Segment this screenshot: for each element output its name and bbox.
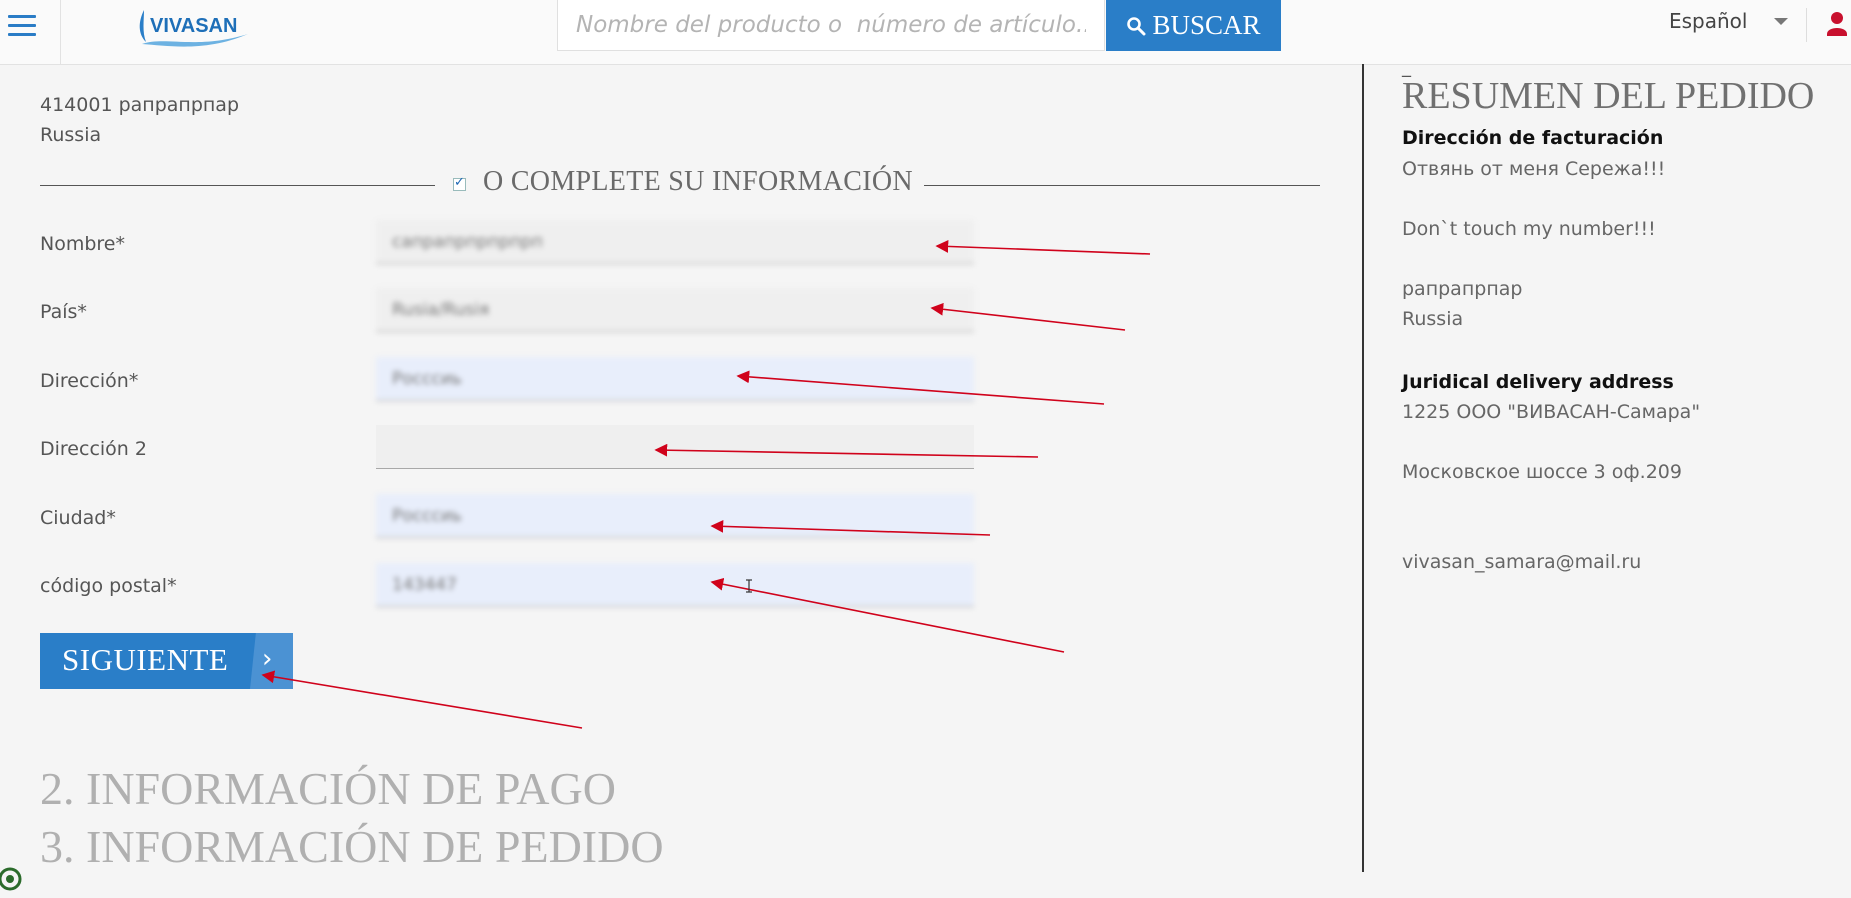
hamburger-menu-icon[interactable] (0, 0, 61, 64)
annotation-arrow-next-button (261, 670, 583, 729)
search-input[interactable] (557, 0, 1105, 51)
delivery-line-2: Московское шоссе 3 оф.209 (1402, 461, 1682, 483)
billing-address-heading: Dirección de facturación (1402, 127, 1664, 149)
address-2-label: Dirección 2 (40, 438, 147, 460)
checkbox-icon[interactable] (453, 174, 466, 191)
address-2-input[interactable] (376, 425, 974, 469)
language-selector[interactable]: Español (1669, 9, 1747, 33)
vivasan-logo[interactable]: VIVASAN (136, 6, 251, 50)
name-input[interactable] (376, 220, 974, 264)
delivery-email: vivasan_samara@mail.ru (1402, 551, 1642, 573)
dropdown-caret-icon[interactable] (1774, 18, 1788, 25)
postal-code-input[interactable] (376, 563, 974, 607)
address-label: Dirección* (40, 370, 139, 392)
column-divider (1362, 64, 1364, 872)
billing-line-2: Don`t touch my number!!! (1402, 218, 1656, 240)
section-divider-right (924, 185, 1320, 186)
section-title: O COMPLETE SU INFORMACIÓN (483, 166, 913, 197)
address-line-2: Russia (40, 124, 102, 146)
top-header: VIVASAN BUSCAR Español (0, 0, 1851, 65)
next-button-label: SIGUIENTE (62, 642, 229, 677)
header-divider (1806, 8, 1807, 42)
billing-line-3: рапрапрпар (1402, 278, 1523, 300)
city-label: Ciudad* (40, 507, 116, 529)
delivery-line-1: 1225 ООО "ВИВАСАН-Самара" (1402, 401, 1701, 423)
address-input[interactable] (376, 357, 974, 401)
corner-widget-icon[interactable] (0, 862, 26, 892)
step-order-info[interactable]: 3. INFORMACIÓN DE PEDIDO (40, 820, 664, 873)
billing-line-4: Russia (1402, 308, 1464, 330)
svg-text:VIVASAN: VIVASAN (150, 15, 237, 37)
search-button[interactable]: BUSCAR (1106, 0, 1281, 51)
delivery-address-heading: Juridical delivery address (1402, 371, 1674, 393)
name-label: Nombre* (40, 233, 125, 255)
country-input[interactable] (376, 288, 974, 332)
next-button[interactable]: SIGUIENTE (40, 633, 293, 689)
billing-line-1: Отвянь от меня Сережа!!! (1402, 158, 1666, 180)
country-label: País* (40, 301, 87, 323)
user-icon[interactable] (1826, 10, 1848, 40)
section-divider-left (40, 185, 435, 186)
search-icon (1127, 16, 1146, 35)
address-line-1: 414001 рапрапрпар (40, 94, 240, 116)
chevron-right-icon[interactable]: › (262, 644, 272, 674)
postal-code-label: código postal* (40, 575, 177, 597)
step-payment-info[interactable]: 2. INFORMACIÓN DE PAGO (40, 762, 616, 815)
city-input[interactable] (376, 494, 974, 538)
order-summary-title: RESUMEN DEL PEDIDO (1402, 75, 1815, 117)
search-button-label: BUSCAR (1152, 10, 1261, 40)
